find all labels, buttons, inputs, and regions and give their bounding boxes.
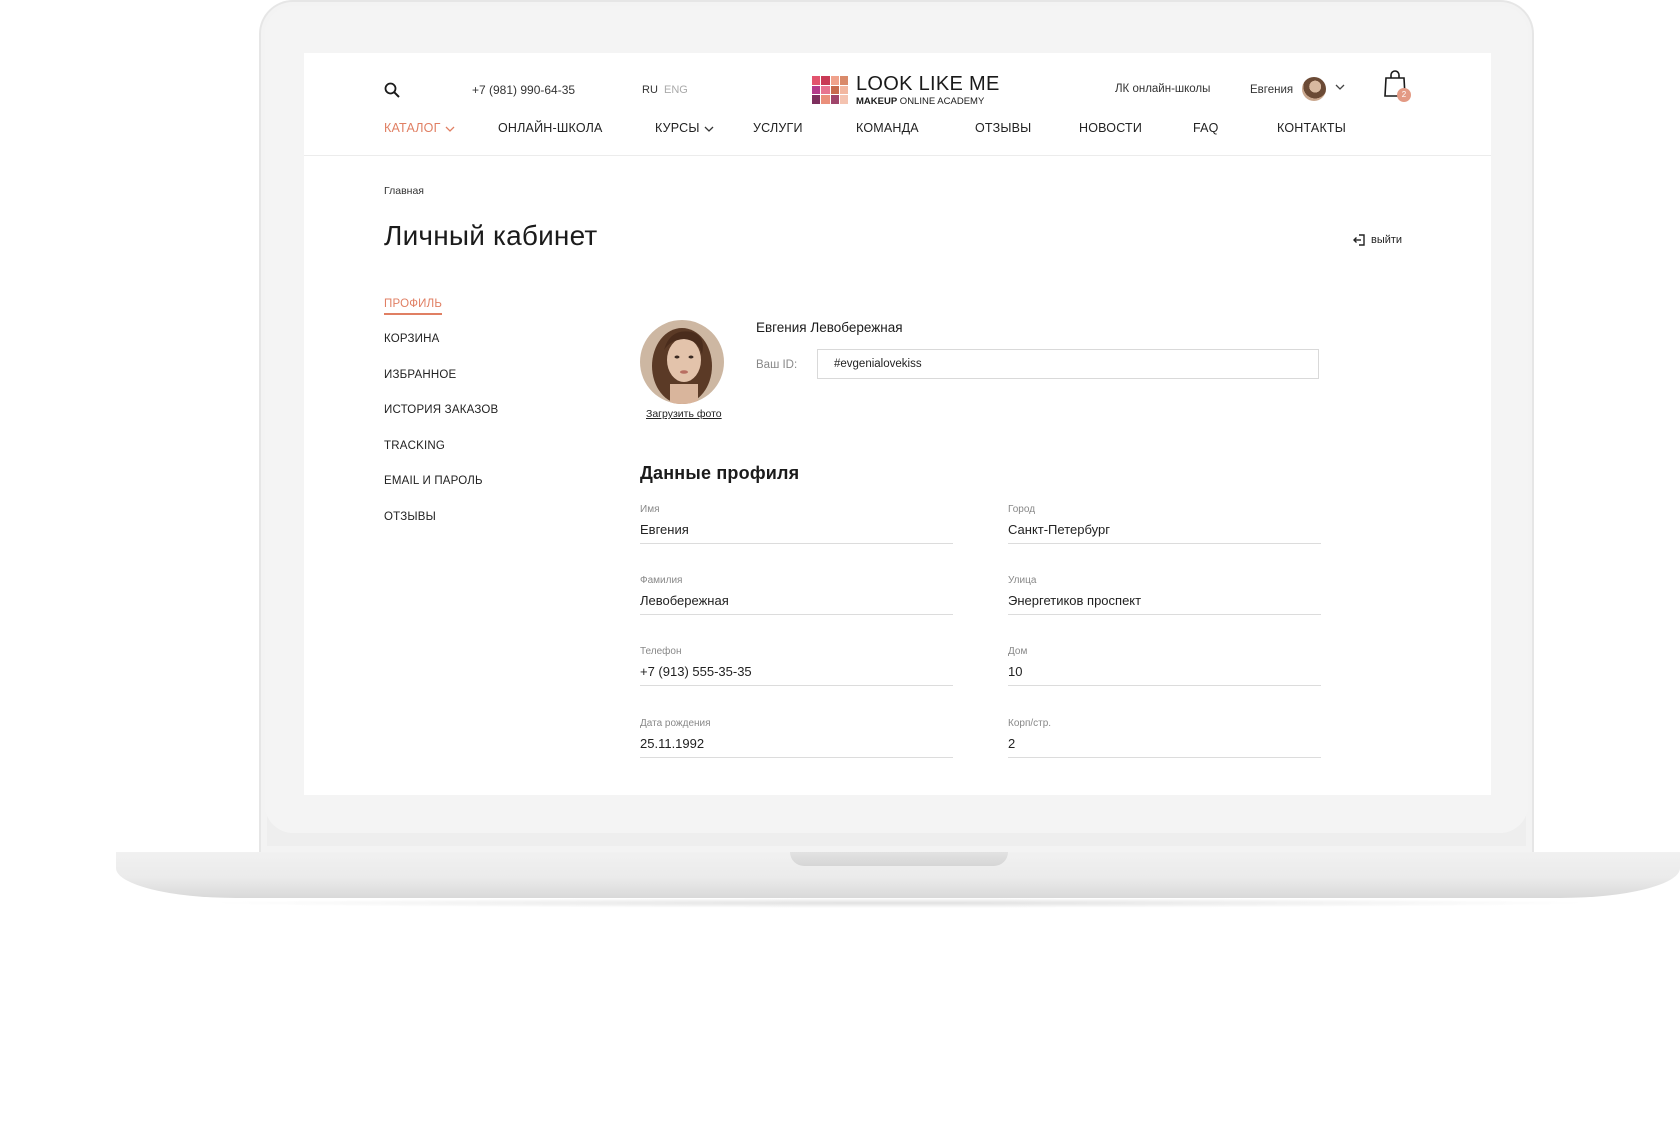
nav-item-online-school[interactable]: ОНЛАЙН-ШКОЛА: [498, 121, 603, 135]
nav-item-news[interactable]: НОВОСТИ: [1079, 121, 1142, 135]
field-value[interactable]: +7 (913) 555-35-35: [640, 664, 752, 679]
sidebar-item-order-history[interactable]: ИСТОРИЯ ЗАКАЗОВ: [384, 404, 498, 416]
screen: +7 (981) 990-64-35 RU ENG LOOK LIKE ME M…: [304, 53, 1491, 795]
lang-eng[interactable]: ENG: [664, 84, 688, 96]
section-title: Данные профиля: [640, 463, 800, 483]
profile-full-name: Евгения Левобережная: [756, 320, 903, 335]
field-value[interactable]: Евгения: [640, 522, 689, 537]
logo-swatch: [821, 85, 830, 95]
laptop-notch: [790, 852, 1008, 866]
main-nav: КАТАЛОГ ОНЛАЙН-ШКОЛА КУРСЫ УСЛУГИ КОМАНД…: [384, 121, 1414, 141]
birth-date-field[interactable]: Дата рождения 25.11.1992: [640, 718, 953, 758]
field-label: Город: [1008, 504, 1036, 515]
search-icon[interactable]: [384, 82, 400, 98]
chevron-down-icon: [445, 126, 455, 132]
logo-swatch: [839, 85, 848, 95]
sidebar-item-reviews[interactable]: ОТЗЫВЫ: [384, 511, 436, 523]
sidebar-item-favorites[interactable]: ИЗБРАННОЕ: [384, 369, 456, 381]
logo-swatch: [839, 76, 848, 85]
field-value[interactable]: 25.11.1992: [640, 736, 704, 751]
field-value[interactable]: 2: [1008, 736, 1015, 751]
chevron-down-icon[interactable]: [1334, 80, 1346, 92]
upload-photo-link[interactable]: Загрузить фото: [646, 408, 722, 420]
lk-school-link[interactable]: ЛК онлайн-школы: [1115, 83, 1210, 95]
street-field[interactable]: Улица Энергетиков проспект: [1008, 575, 1321, 615]
profile-photo: [640, 320, 724, 404]
user-id-label: Ваш ID:: [756, 359, 798, 371]
logo[interactable]: LOOK LIKE ME MAKEUP ONLINE ACADEMY: [812, 73, 999, 109]
user-name[interactable]: Евгения: [1250, 84, 1293, 96]
sidebar-item-tracking[interactable]: TRACKING: [384, 440, 445, 452]
logo-subtitle: MAKEUP ONLINE ACADEMY: [856, 96, 985, 107]
cart-count-badge: 2: [1397, 88, 1411, 102]
field-label: Фамилия: [640, 575, 683, 586]
nav-item-catalog[interactable]: КАТАЛОГ: [384, 121, 455, 135]
field-value[interactable]: Энергетиков проспект: [1008, 593, 1141, 608]
nav-item-team[interactable]: КОМАНДА: [856, 121, 919, 135]
lang-ru[interactable]: RU: [642, 84, 658, 96]
logo-swatch: [812, 95, 821, 104]
logo-title: LOOK LIKE ME: [856, 73, 1000, 95]
logo-swatch: [830, 95, 839, 104]
breadcrumb[interactable]: Главная: [384, 185, 424, 197]
phone-field[interactable]: Телефон +7 (913) 555-35-35: [640, 646, 953, 686]
logo-swatch: [821, 76, 830, 85]
field-value[interactable]: Санкт-Петербург: [1008, 522, 1110, 537]
logo-swatch: [830, 85, 839, 95]
nav-item-services[interactable]: УСЛУГИ: [753, 121, 803, 135]
logo-swatch: [821, 95, 830, 104]
field-label: Корп/стр.: [1008, 718, 1052, 729]
logo-palette-icon: [812, 76, 848, 104]
field-label: Имя: [640, 504, 660, 515]
field-label: Улица: [1008, 575, 1037, 586]
house-field[interactable]: Дом 10: [1008, 646, 1321, 686]
building-field[interactable]: Корп/стр. 2: [1008, 718, 1321, 758]
logo-swatch: [830, 76, 839, 85]
sidebar-item-profile[interactable]: ПРОФИЛЬ: [384, 298, 443, 315]
field-label: Телефон: [640, 646, 682, 657]
laptop-shadow: [200, 898, 1600, 908]
nav-item-contacts[interactable]: КОНТАКТЫ: [1277, 121, 1346, 135]
logo-swatch: [812, 76, 821, 85]
logout-button[interactable]: выйти: [1353, 234, 1402, 246]
field-label: Дата рождения: [640, 718, 711, 729]
header-divider: [304, 155, 1491, 156]
logout-icon: [1353, 234, 1365, 246]
field-value[interactable]: 10: [1008, 664, 1022, 679]
avatar[interactable]: [1302, 77, 1326, 101]
city-field[interactable]: Город Санкт-Петербург: [1008, 504, 1321, 544]
nav-item-faq[interactable]: FAQ: [1193, 121, 1219, 135]
field-value[interactable]: Левобережная: [640, 593, 729, 608]
sidebar-item-cart[interactable]: КОРЗИНА: [384, 333, 440, 345]
logo-swatch: [839, 95, 848, 104]
chevron-down-icon: [704, 126, 714, 132]
page-title: Личный кабинет: [384, 220, 598, 251]
first-name-field[interactable]: Имя Евгения: [640, 504, 953, 544]
logo-swatch: [812, 85, 821, 95]
nav-item-courses[interactable]: КУРСЫ: [655, 121, 714, 135]
user-id-field[interactable]: [817, 349, 1319, 379]
sidebar-item-email-password[interactable]: EMAIL И ПАРОЛЬ: [384, 475, 483, 487]
phone-link[interactable]: +7 (981) 990-64-35: [472, 83, 575, 97]
field-label: Дом: [1008, 646, 1028, 657]
last-name-field[interactable]: Фамилия Левобережная: [640, 575, 953, 615]
nav-item-reviews[interactable]: ОТЗЫВЫ: [975, 121, 1031, 135]
